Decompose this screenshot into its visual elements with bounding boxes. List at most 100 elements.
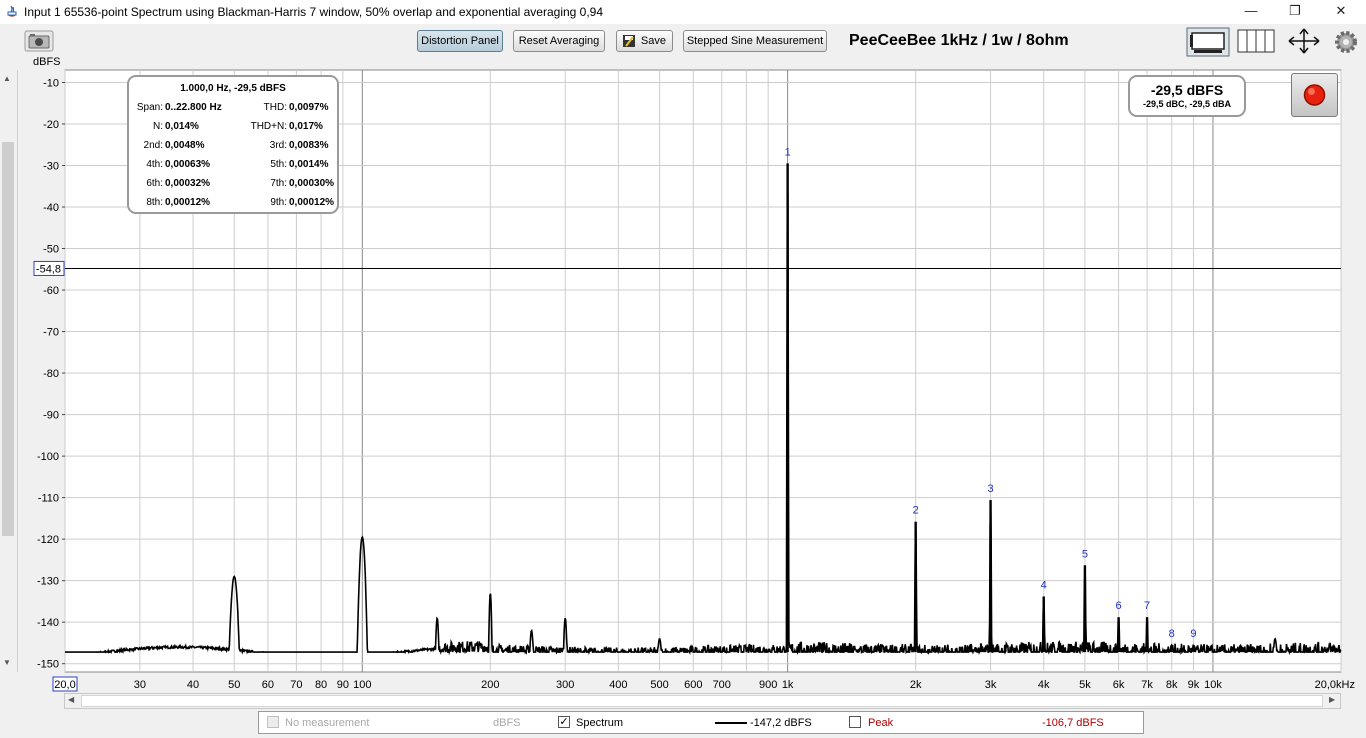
info-value: 0,00030%: [289, 178, 335, 189]
info-label: 4th:: [146, 159, 163, 170]
title-bar: Input 1 65536-point Spectrum using Black…: [0, 0, 1366, 24]
x-tick-label: 600: [684, 679, 702, 691]
y-tick-label: -40: [43, 202, 59, 214]
y-tick-label: -90: [43, 410, 59, 422]
info-value: 0..22.800 Hz: [165, 102, 222, 113]
spectrum-checkbox[interactable]: ✓: [558, 716, 570, 728]
x-tick-label: 7k: [1141, 679, 1153, 691]
x-tick-label: 30: [134, 679, 146, 691]
info-value: 0,0014%: [289, 159, 329, 170]
y-tick-label: -70: [43, 327, 59, 339]
info-value: 0,00012%: [165, 197, 211, 208]
info-label: 3rd:: [269, 140, 287, 151]
x-tick-label: 900: [759, 679, 777, 691]
x-tick-label: 300: [556, 679, 574, 691]
level-main: -29,5 dBFS: [1150, 82, 1224, 98]
cursor-label: -54,8: [36, 263, 61, 275]
x-tick-label: 70: [290, 679, 302, 691]
level-sub: -29,5 dBC, -29,5 dBA: [1142, 99, 1232, 109]
camera-icon[interactable]: [24, 30, 54, 52]
info-header: 1.000,0 Hz, -29,5 dBFS: [180, 83, 286, 94]
spectrum-label: Spectrum: [576, 717, 624, 729]
save-disk-icon: [623, 35, 635, 47]
info-label: 9th:: [270, 197, 287, 208]
x-tick-label: 200: [481, 679, 499, 691]
scroll-right-arrow-icon[interactable]: ▶: [1329, 695, 1335, 704]
x-tick-label: 40: [187, 679, 199, 691]
harmonic-label: 1: [785, 146, 791, 158]
y-tick-label: -80: [43, 368, 59, 380]
scroll-left-arrow-icon[interactable]: ◀: [68, 695, 74, 704]
reset-averaging-button[interactable]: Reset Averaging: [513, 30, 605, 52]
legend-bar: No measurement dBFS ✓ Spectrum -147,2 dB…: [258, 711, 1144, 734]
horizontal-scroll-thumb[interactable]: [81, 695, 1323, 707]
info-label: 7th:: [270, 178, 287, 189]
minimize-button[interactable]: —: [1228, 0, 1274, 24]
x-tick-label: 6k: [1113, 679, 1125, 691]
x-tick-label: 50: [228, 679, 240, 691]
graph-layout-icon[interactable]: [1186, 27, 1230, 57]
info-value: 0,00012%: [289, 197, 335, 208]
info-value: 0,0083%: [289, 140, 329, 151]
harmonic-label: 2: [913, 505, 919, 517]
y-tick-label: -20: [43, 119, 59, 131]
gear-icon[interactable]: [1333, 29, 1359, 55]
grid-panel-icon[interactable]: [1237, 29, 1275, 53]
record-button[interactable]: [1291, 73, 1338, 117]
y-tick-label: -140: [37, 617, 59, 629]
x-tick-label: 5k: [1079, 679, 1091, 691]
info-label: THD:: [263, 102, 287, 113]
restore-button[interactable]: ❐: [1272, 0, 1318, 24]
x-start-label: 20,0: [54, 679, 75, 691]
x-tick-label: 2k: [910, 679, 922, 691]
info-value: 0,017%: [289, 121, 323, 132]
save-button[interactable]: Save: [616, 30, 673, 52]
no-measurement-label: No measurement: [285, 717, 370, 729]
save-label: Save: [640, 35, 666, 47]
info-value: 0,014%: [165, 121, 199, 132]
info-label: Span:: [136, 102, 163, 113]
peak-label: Peak: [868, 717, 894, 729]
x-end-label: 20,0kHz: [1315, 679, 1355, 691]
y-tick-label: -120: [37, 534, 59, 546]
y-tick-label: -110: [38, 493, 59, 505]
harmonic-label: 8: [1169, 628, 1175, 640]
info-label: 8th:: [146, 197, 163, 208]
peak-checkbox[interactable]: [849, 716, 861, 728]
info-value: 0,0048%: [165, 140, 205, 151]
y-tick-label: -60: [43, 285, 59, 297]
expand-arrows-icon[interactable]: [1286, 27, 1322, 55]
y-tick-label: -50: [43, 244, 59, 256]
window-title: Input 1 65536-point Spectrum using Black…: [24, 5, 604, 19]
distortion-panel-button[interactable]: Distortion Panel: [417, 30, 503, 52]
info-value: 0,00032%: [165, 178, 211, 189]
horizontal-scrollbar[interactable]: ◀ ▶: [64, 693, 1341, 709]
close-button[interactable]: ✕: [1318, 0, 1364, 24]
x-tick-label: 400: [609, 679, 627, 691]
info-label: 6th:: [146, 178, 163, 189]
y-tick-label: -10: [43, 77, 59, 89]
x-tick-label: 60: [262, 679, 274, 691]
harmonic-label: 6: [1116, 600, 1122, 612]
harmonic-label: 9: [1190, 628, 1196, 640]
distortion-info-panel: 1.000,0 Hz, -29,5 dBFS Span: 0..22.800 Hz…: [127, 75, 339, 214]
harmonic-label: 4: [1041, 579, 1047, 591]
spectrum-value: -147,2 dBFS: [750, 717, 812, 729]
y-tick-label: -150: [37, 659, 59, 671]
y-tick-label: -100: [37, 451, 59, 463]
info-value: 0,00063%: [165, 159, 211, 170]
x-tick-label: 100: [353, 679, 371, 691]
x-tick-label: 8k: [1166, 679, 1178, 691]
graph-title: PeeCeeBee 1kHz / 1w / 8ohm: [849, 32, 1069, 49]
stepped-sine-button[interactable]: Stepped Sine Measurement: [683, 30, 827, 52]
no-measurement-unit: dBFS: [493, 717, 521, 729]
harmonic-label: 5: [1082, 548, 1088, 560]
harmonic-label: 3: [988, 483, 994, 495]
x-tick-label: 1k: [782, 679, 794, 691]
x-tick-label: 500: [650, 679, 668, 691]
x-tick-label: 90: [337, 679, 349, 691]
no-measurement-checkbox: [267, 716, 279, 728]
harmonic-label: 7: [1144, 600, 1150, 612]
x-tick-label: 9k: [1188, 679, 1200, 691]
java-app-icon: [7, 5, 17, 17]
